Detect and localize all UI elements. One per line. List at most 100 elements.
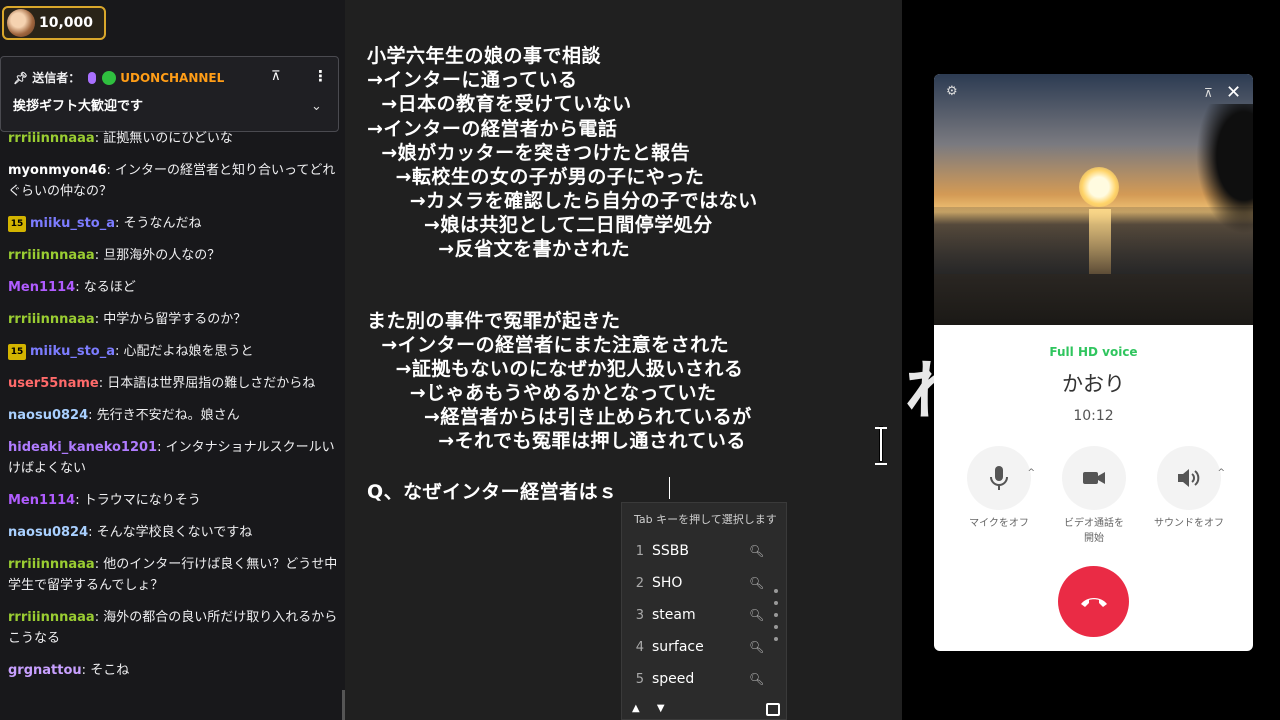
chat-separator: : [94,557,104,572]
chat-message: rrriiinnnaaa: 中学から留学するのか？ [8,309,338,330]
chevron-up-icon[interactable]: ^ [1027,468,1035,478]
text-caret [669,477,670,499]
chat-message-text: 心配だよね娘を思うと [123,344,254,359]
candidate-word: SSBB [652,543,689,559]
search-icon[interactable]: 🔍︎ [749,544,767,558]
chat-message: user55name: 日本語は世界屈指の難しさだからね [8,373,338,394]
pinned-message[interactable]: 📌︎ 送信者： UDONCHANNEL ⊼ ⋮ 挨拶ギフト大歓迎です ⌄ [0,56,339,132]
candidate-number: 3 [635,607,644,623]
speaker-icon [1178,469,1200,487]
mute-mic-button[interactable]: ^ [967,446,1035,510]
search-icon[interactable]: 🔍︎ [749,576,767,590]
candidate-word: steam [652,607,696,623]
chat-username[interactable]: user55name [8,376,99,391]
chat-username[interactable]: rrriiinnnaaa [8,131,95,146]
chat-message: grgnattou: そこね [8,660,338,681]
chat-message: 15 miiku_sto_a: 心配だよね娘を思うと [8,341,338,362]
ime-candidate-popup: Tab キーを押して選択します 1 SSBB 🔍︎ 2 SHO 🔍︎ 3 steam 🔍︎ 4 su… [621,502,787,720]
more-candidates-icon[interactable] [774,589,778,649]
sender-label: 送信者： [32,71,81,85]
unpin-icon[interactable]: ⊼ [271,69,281,84]
video-camera-icon [1083,472,1105,484]
search-icon[interactable]: 🔍︎ [749,608,767,622]
chat-username[interactable]: Men1114 [8,280,75,295]
chat-username[interactable]: naosu0824 [8,525,88,540]
ime-candidate[interactable]: 4 surface 🔍︎ [622,631,767,663]
hang-up-button[interactable] [1058,566,1129,637]
ime-candidate[interactable]: 1 SSBB 🔍︎ [622,535,767,567]
chat-username[interactable]: rrriiinnnaaa [8,248,95,263]
mute-mic-control[interactable]: ^ マイクをオフ [959,446,1039,531]
microphone-icon [990,466,1008,490]
mute-sound-button[interactable]: ^ [1157,446,1225,510]
chat-separator: : [106,163,116,178]
video-sun-reflection [1089,209,1111,279]
candidate-word: speed [652,671,695,687]
chat-message: rrriiinnnaaa: 旦那海外の人なの？ [8,245,338,266]
chat-message-text: そこね [90,663,130,678]
mic-badge-icon [88,71,97,84]
sound-control[interactable]: ^ サウンドをオフ [1149,446,1229,531]
chat-username[interactable]: naosu0824 [8,408,88,423]
chat-separator: : [81,663,91,678]
start-video-label: ビデオ通話を 開始 [1064,518,1124,544]
chat-separator: : [94,131,104,146]
video-call-control[interactable]: ビデオ通話を 開始 [1054,446,1134,546]
editor-line: →娘は共犯として二日間停学処分 [367,214,713,236]
ime-candidate[interactable]: 2 SHO 🔍︎ [622,567,767,599]
chat-message: rrriiinnnaaa: 証拠無いのにひどいな [8,128,338,149]
chat-username[interactable]: rrriiinnnaaa [8,312,95,327]
editor-line: →インターの経営者から電話 [367,118,618,140]
chevron-up-icon[interactable]: ^ [1217,468,1225,478]
chat-username[interactable]: miiku_sto_a [30,216,115,231]
subscriber-badge-icon: 15 [8,344,26,360]
viewer-count: 10,000 [39,15,94,31]
candidate-word: SHO [652,575,683,591]
chat-separator: : [115,216,124,231]
chat-message-text: 中学から留学するのか？ [103,312,247,327]
more-options-icon[interactable]: ⋮ [313,67,328,85]
chat-message-text: トラウマになりそう [83,493,201,508]
avatar [7,9,35,37]
subscriber-badge-icon: 15 [8,216,26,232]
chat-separator: : [115,344,124,359]
chat-message: Men1114: トラウマになりそう [8,490,338,511]
chat-separator: : [88,525,97,540]
viewer-count-pill[interactable]: 10,000 [2,6,106,40]
page-down-icon[interactable]: ▼ [657,703,665,714]
chat-separator: : [88,408,97,423]
chat-username[interactable]: myonmyon46 [8,163,107,178]
expand-candidates-icon[interactable] [766,703,780,716]
editor-line: →インターに通っている [367,69,578,91]
close-icon[interactable]: ✕ [1226,82,1241,103]
page-up-icon[interactable]: ▲ [632,703,640,714]
mute-sound-label: サウンドをオフ [1154,518,1224,529]
chat-username[interactable]: hideaki_kaneko1201 [8,440,157,455]
ime-candidate[interactable]: 3 steam 🔍︎ [622,599,767,631]
chat-message: Men1114: なるほど [8,277,338,298]
chat-message-text: そうなんだね [123,216,202,231]
search-icon[interactable]: 🔍︎ [749,672,767,686]
video-sun [1079,167,1119,207]
chat-username[interactable]: rrriiinnnaaa [8,610,95,625]
pinned-channel-name[interactable]: UDONCHANNEL [120,71,224,85]
chat-message-text: 旦那海外の人なの？ [103,248,221,263]
chat-message: naosu0824: そんな学校良くないですね [8,522,338,543]
chat-message-text: そんな学校良くないですね [96,525,253,540]
chat-username[interactable]: Men1114 [8,493,75,508]
pin-window-icon[interactable]: ⊼ [1204,86,1213,100]
chat-message-text: 証拠無いのにひどいな [103,131,233,146]
chat-username[interactable]: rrriiinnnaaa [8,557,95,572]
chat-username[interactable]: miiku_sto_a [30,344,115,359]
gear-icon[interactable]: ⚙ [946,84,958,99]
chat-message: rrriiinnnaaa: 他のインター行けば良く無い？どうせ中学生で留学するん… [8,554,338,596]
video-palm [1196,104,1253,234]
ime-candidate[interactable]: 5 speed 🔍︎ [622,663,767,695]
call-duration: 10:12 [1073,408,1114,424]
chevron-down-icon[interactable]: ⌄ [311,99,322,114]
search-icon[interactable]: 🔍︎ [749,640,767,654]
chat-separator: : [94,248,104,263]
start-video-button[interactable] [1062,446,1126,510]
pinned-sender-row: 📌︎ 送信者： UDONCHANNEL [13,69,224,86]
chat-username[interactable]: grgnattou [8,663,82,678]
